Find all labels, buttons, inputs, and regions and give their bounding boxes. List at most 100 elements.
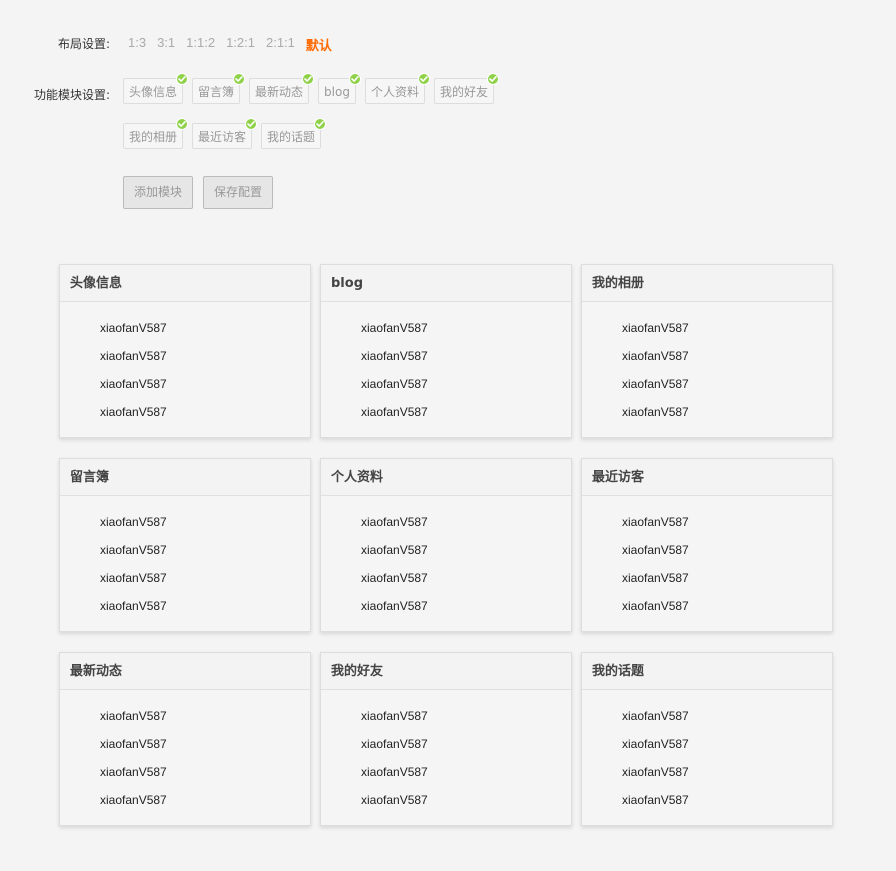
list-item[interactable]: xiaofanV587 [622, 786, 832, 814]
list-item[interactable]: xiaofanV587 [361, 370, 571, 398]
list-item[interactable]: xiaofanV587 [361, 786, 571, 814]
list-item[interactable]: xiaofanV587 [100, 342, 310, 370]
list-item[interactable]: xiaofanV587 [622, 592, 832, 620]
check-icon [487, 73, 499, 85]
module-card-title: blog [321, 265, 571, 302]
check-icon [302, 73, 315, 85]
module-card[interactable]: 最近访客 xiaofanV587 xiaofanV587 xiaofanV587 xia… [581, 458, 833, 632]
list-item[interactable]: xiaofanV587 [100, 730, 310, 758]
module-card-title: 最近访客 [582, 459, 832, 496]
list-item[interactable]: xiaofanV587 [361, 314, 571, 342]
layout-option-1-3[interactable]: 1:3 [128, 35, 146, 54]
module-tag[interactable]: 个人资料 [364, 73, 430, 104]
check-icon [233, 73, 246, 85]
list-item[interactable]: xiaofanV587 [622, 342, 832, 370]
module-card-list: xiaofanV587 xiaofanV587 xiaofanV587 xiaofan… [60, 302, 310, 426]
module-tag[interactable]: 我的相册 [123, 118, 189, 149]
list-item[interactable]: xiaofanV587 [622, 702, 832, 730]
list-item[interactable]: xiaofanV587 [361, 758, 571, 786]
module-card-list: xiaofanV587 xiaofanV587 xiaofanV587 xiaofan… [582, 690, 832, 814]
page: 布局设置: 1:3 3:1 1:1:2 1:2:1 2:1:1 默认 功能模块设… [0, 0, 896, 871]
list-item[interactable]: xiaofanV587 [622, 398, 832, 426]
module-card[interactable]: 我的相册 xiaofanV587 xiaofanV587 xiaofanV587 xia… [581, 264, 833, 438]
list-item[interactable]: xiaofanV587 [361, 398, 571, 426]
check-icon [245, 118, 258, 130]
layout-option-1-1-2[interactable]: 1:1:2 [186, 35, 215, 54]
list-item[interactable]: xiaofanV587 [100, 370, 310, 398]
list-item[interactable]: xiaofanV587 [100, 564, 310, 592]
module-tag[interactable]: 最近访客 [192, 118, 258, 149]
list-item[interactable]: xiaofanV587 [622, 370, 832, 398]
module-card[interactable]: 我的好友 xiaofanV587 xiaofanV587 xiaofanV587 xia… [320, 652, 572, 826]
module-card-list: xiaofanV587 xiaofanV587 xiaofanV587 xiaofan… [582, 496, 832, 620]
list-item[interactable]: xiaofanV587 [622, 508, 832, 536]
list-item[interactable]: xiaofanV587 [361, 508, 571, 536]
module-tag-label: blog [324, 85, 350, 99]
module-tag-label: 我的好友 [439, 85, 488, 99]
module-tag[interactable]: 最新动态 [249, 73, 315, 104]
list-item[interactable]: xiaofanV587 [361, 730, 571, 758]
module-card[interactable]: 最新动态 xiaofanV587 xiaofanV587 xiaofanV587 xia… [59, 652, 311, 826]
module-card-list: xiaofanV587 xiaofanV587 xiaofanV587 xiaofan… [60, 496, 310, 620]
module-tag-label: 最新动态 [255, 85, 304, 99]
list-item[interactable]: xiaofanV587 [100, 314, 310, 342]
list-item[interactable]: xiaofanV587 [361, 564, 571, 592]
module-card[interactable]: 留言簿 xiaofanV587 xiaofanV587 xiaofanV587 xiao… [59, 458, 311, 632]
list-item[interactable]: xiaofanV587 [622, 314, 832, 342]
check-icon [176, 73, 189, 85]
module-card-title: 最新动态 [60, 653, 310, 690]
module-tags-row-2: 我的相册 最近访客 我的话题 [123, 118, 330, 149]
list-item[interactable]: xiaofanV587 [361, 592, 571, 620]
save-config-button[interactable]: 保存配置 [203, 176, 274, 209]
list-item[interactable]: xiaofanV587 [100, 508, 310, 536]
list-item[interactable]: xiaofanV587 [100, 398, 310, 426]
module-tag[interactable]: 留言簿 [192, 73, 246, 104]
list-item[interactable]: xiaofanV587 [100, 702, 310, 730]
module-tags-row-1: 头像信息 留言簿 最新动态 blog 个人资料 我的好友 [123, 73, 503, 104]
list-item[interactable]: xiaofanV587 [622, 730, 832, 758]
action-buttons: 添加模块 保存配置 [123, 176, 283, 209]
list-item[interactable]: xiaofanV587 [100, 758, 310, 786]
list-item[interactable]: xiaofanV587 [361, 536, 571, 564]
module-tag[interactable]: 我的话题 [261, 118, 327, 149]
module-card-list: xiaofanV587 xiaofanV587 xiaofanV587 xiaofan… [321, 302, 571, 426]
check-icon [176, 118, 189, 130]
module-tag[interactable]: 我的好友 [433, 73, 499, 104]
list-item[interactable]: xiaofanV587 [622, 564, 832, 592]
layout-settings-label: 布局设置: [57, 37, 110, 51]
module-card-title: 我的相册 [582, 265, 832, 302]
module-card[interactable]: 个人资料 xiaofanV587 xiaofanV587 xiaofanV587 xia… [320, 458, 572, 632]
module-card-title: 我的话题 [582, 653, 832, 690]
module-tag[interactable]: blog [318, 73, 361, 104]
module-card-list: xiaofanV587 xiaofanV587 xiaofanV587 xiaofan… [582, 302, 832, 426]
layout-option-3-1[interactable]: 3:1 [157, 35, 175, 54]
list-item[interactable]: xiaofanV587 [622, 758, 832, 786]
module-tag-label: 我的相册 [129, 130, 178, 144]
module-settings-label: 功能模块设置: [33, 88, 110, 102]
module-card-title: 我的好友 [321, 653, 571, 690]
module-card-list: xiaofanV587 xiaofanV587 xiaofanV587 xiaofan… [60, 690, 310, 814]
module-tag-label: 我的话题 [267, 130, 316, 144]
module-tag[interactable]: 头像信息 [123, 73, 189, 104]
module-card-title: 留言簿 [60, 459, 310, 496]
layout-option-default[interactable]: 默认 [306, 35, 332, 54]
check-icon [348, 73, 361, 85]
module-card[interactable]: 我的话题 xiaofanV587 xiaofanV587 xiaofanV587 xia… [581, 652, 833, 826]
module-tag-label: 留言簿 [198, 85, 235, 99]
add-module-button[interactable]: 添加模块 [123, 176, 194, 209]
list-item[interactable]: xiaofanV587 [361, 342, 571, 370]
list-item[interactable]: xiaofanV587 [100, 592, 310, 620]
check-icon [417, 73, 430, 85]
check-icon [314, 118, 327, 130]
module-grid: 头像信息 xiaofanV587 xiaofanV587 xiaofanV587 xia… [59, 264, 833, 826]
list-item[interactable]: xiaofanV587 [361, 702, 571, 730]
layout-option-2-1-1[interactable]: 2:1:1 [266, 35, 295, 54]
module-tag-label: 头像信息 [129, 85, 178, 99]
module-card-title: 头像信息 [60, 265, 310, 302]
module-card[interactable]: 头像信息 xiaofanV587 xiaofanV587 xiaofanV587 xia… [59, 264, 311, 438]
list-item[interactable]: xiaofanV587 [622, 536, 832, 564]
list-item[interactable]: xiaofanV587 [100, 536, 310, 564]
layout-option-1-2-1[interactable]: 1:2:1 [226, 35, 255, 54]
list-item[interactable]: xiaofanV587 [100, 786, 310, 814]
module-card[interactable]: blog xiaofanV587 xiaofanV587 xiaofanV587 xia… [320, 264, 572, 438]
